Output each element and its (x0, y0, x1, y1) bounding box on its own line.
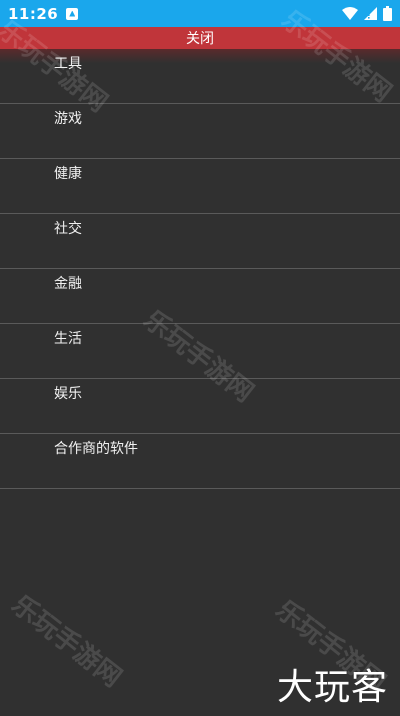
signal-icon (364, 7, 377, 20)
close-button-label: 关闭 (186, 31, 214, 47)
menu-item-social[interactable]: 社交 (0, 214, 400, 269)
menu-item-finance[interactable]: 金融 (0, 269, 400, 324)
menu-item-label: 合作商的软件 (54, 441, 138, 457)
a-notification-icon (66, 7, 79, 20)
battery-icon (383, 6, 392, 21)
wifi-icon (342, 7, 358, 20)
menu-item-health[interactable]: 健康 (0, 159, 400, 214)
menu-item-partner-software[interactable]: 合作商的软件 (0, 434, 400, 489)
menu-item-entertainment[interactable]: 娱乐 (0, 379, 400, 434)
menu-item-tools[interactable]: 工具 (0, 49, 400, 104)
status-bar: 11:26 (0, 0, 400, 27)
menu-item-games[interactable]: 游戏 (0, 104, 400, 159)
close-button[interactable]: 关闭 (0, 27, 400, 63)
menu-item-label: 金融 (54, 276, 82, 292)
menu-item-life[interactable]: 生活 (0, 324, 400, 379)
menu-item-label: 生活 (54, 331, 82, 347)
menu-item-label: 社交 (54, 221, 82, 237)
menu-item-label: 游戏 (54, 111, 82, 127)
watermark: 乐玩手游网 (5, 589, 127, 694)
menu-item-label: 工具 (54, 56, 82, 72)
brand-logo: 大玩客 (276, 667, 388, 708)
menu-item-label: 娱乐 (54, 386, 82, 402)
category-menu: 工具 游戏 健康 社交 金融 生活 娱乐 合作商的软件 (0, 49, 400, 489)
status-time: 11:26 (8, 4, 59, 23)
menu-item-label: 健康 (54, 166, 82, 182)
status-icons (342, 6, 392, 21)
